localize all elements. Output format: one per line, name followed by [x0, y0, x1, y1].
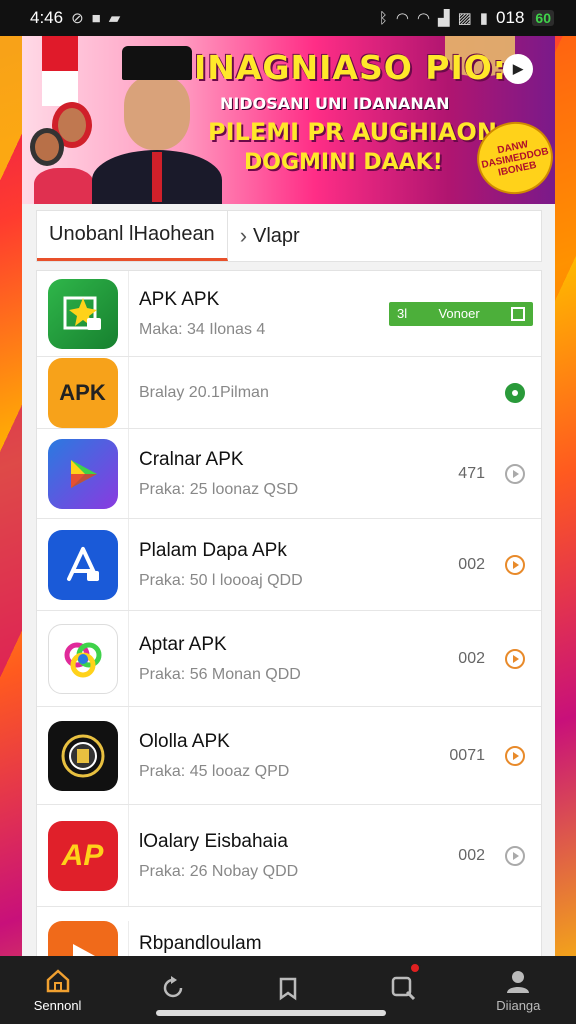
chat-notification-icon: ▰	[108, 10, 121, 27]
ap-icon-text: AP	[61, 838, 104, 872]
banner-headline: PILEMI PR AUGHIAON	[208, 118, 497, 146]
app-meta: Praka: 56 Monan QDD	[139, 665, 301, 683]
status-time: 4:46	[30, 8, 64, 27]
home-gesture-bar[interactable]	[156, 1010, 386, 1016]
wifi-icon: ◠	[395, 10, 409, 27]
list-item[interactable]: APK APK Maka: 34 Ilonas 4 3l Vonoer	[37, 271, 541, 357]
chevron-right-icon: ›	[239, 223, 248, 248]
battery-text: 018	[496, 8, 525, 27]
banner-title: INAGNIASO PIO:	[194, 48, 507, 87]
list-item[interactable]: APK Bralay 20.1Pilman	[37, 357, 541, 429]
app-count: 002	[458, 846, 485, 864]
battery-level: 60	[532, 10, 554, 26]
apk-app-icon: APK	[47, 357, 118, 428]
play-circle-icon[interactable]	[505, 745, 525, 766]
list-item[interactable]: Aptar APK Praka: 56 Monan QDD 002	[37, 611, 541, 707]
play-store-app-icon	[47, 438, 118, 509]
dark-app-icon	[47, 720, 118, 791]
banner-subtitle: NIDOSANI UNI IDANANAN	[220, 94, 450, 113]
home-icon	[45, 968, 71, 994]
app-store-icon	[47, 529, 118, 600]
tab-bar: Unobanl lHaohean › Vlapr	[36, 210, 542, 262]
nav-home[interactable]: Sennonl	[8, 956, 108, 1024]
bookmark-icon	[275, 975, 301, 1001]
app-count: 0071	[449, 746, 485, 764]
nav-profile-label: Diianga	[496, 997, 541, 1013]
nav-home-label: Sennonl	[33, 997, 82, 1013]
app-meta: Praka: 50 l loooaj QDD	[139, 571, 303, 589]
colorful-app-icon	[47, 623, 118, 694]
play-circle-icon[interactable]	[505, 463, 525, 484]
nav-profile[interactable]: Diianga	[468, 956, 568, 1024]
list-item[interactable]: Plalam Dapa APk Praka: 50 l loooaj QDD 0…	[37, 519, 541, 611]
search-notification-icon	[390, 975, 416, 1001]
list-item[interactable]: Ololla APK Praka: 45 looaz QPD 0071	[37, 707, 541, 805]
profile-icon	[505, 968, 531, 994]
tab-main-label: Unobanl lHaohean	[49, 223, 215, 245]
play-circle-icon[interactable]	[505, 554, 525, 575]
signal-icon: ▟	[438, 10, 450, 27]
tab-map[interactable]: › Vlapr	[228, 211, 312, 261]
app-meta: Praka: 45 looaz QPD	[139, 762, 290, 780]
app-icon	[47, 278, 118, 349]
play-circle-icon[interactable]	[505, 648, 525, 669]
open-app-button[interactable]: 3l Vonoer	[389, 301, 533, 326]
orange-app-icon	[47, 921, 118, 956]
app-list: APK APK Maka: 34 Ilonas 4 3l Vonoer APK …	[36, 270, 542, 956]
app-meta: Praka: 25 loonaz QSD	[139, 480, 299, 498]
play-icon[interactable]: ▶	[503, 54, 533, 84]
list-item[interactable]: Cralnar APK Praka: 25 loonaz QSD 471	[37, 429, 541, 519]
app-count: 471	[458, 464, 485, 482]
no-signal-icon: ▨	[457, 10, 472, 27]
list-item[interactable]: Rbpandloulam	[37, 907, 541, 956]
family-image	[30, 102, 100, 204]
camera-notification-icon: ■	[91, 9, 101, 27]
main-panel: INAGNIASO PIO: NIDOSANI UNI IDANANAN PIL…	[22, 36, 555, 956]
promo-banner[interactable]: INAGNIASO PIO: NIDOSANI UNI IDANANAN PIL…	[22, 36, 555, 204]
app-name: Rbpandloulam	[139, 933, 262, 954]
installed-status-icon[interactable]	[505, 382, 525, 403]
notification-badge	[409, 962, 422, 974]
banner-headline-2: DOGMINI DAAK!	[244, 150, 443, 175]
bluetooth-icon: ᛒ	[378, 9, 388, 27]
apk-icon-text: APK	[59, 379, 106, 405]
external-link-icon	[510, 306, 525, 321]
status-bar: 4:46 ⊘ ■ ▰ ᛒ ◠ ◠ ▟ ▨ ▮ 018 60	[0, 0, 576, 36]
app-count: 002	[458, 555, 485, 573]
battery-icon: ▮	[479, 10, 489, 27]
wifi-signal-icon: ◠	[416, 10, 431, 27]
ap-app-icon: AP	[47, 820, 118, 891]
list-item[interactable]: AP lOalary Eisbahaia Praka: 26 Nobay QDD…	[37, 805, 541, 907]
app-meta: Praka: 26 Nobay QDD	[139, 862, 299, 880]
tab-map-label: Vlapr	[253, 224, 300, 247]
notification-icon: ⊘	[71, 10, 84, 27]
play-circle-icon[interactable]	[505, 845, 525, 866]
refresh-icon	[160, 975, 186, 1001]
flag-image	[42, 36, 78, 106]
app-count: 002	[458, 649, 485, 667]
app-meta: Bralay 20.1Pilman	[139, 383, 269, 401]
tab-main[interactable]: Unobanl lHaohean	[37, 211, 228, 261]
badge-number: 3l	[397, 306, 408, 321]
badge-label: Vonoer	[438, 306, 480, 321]
